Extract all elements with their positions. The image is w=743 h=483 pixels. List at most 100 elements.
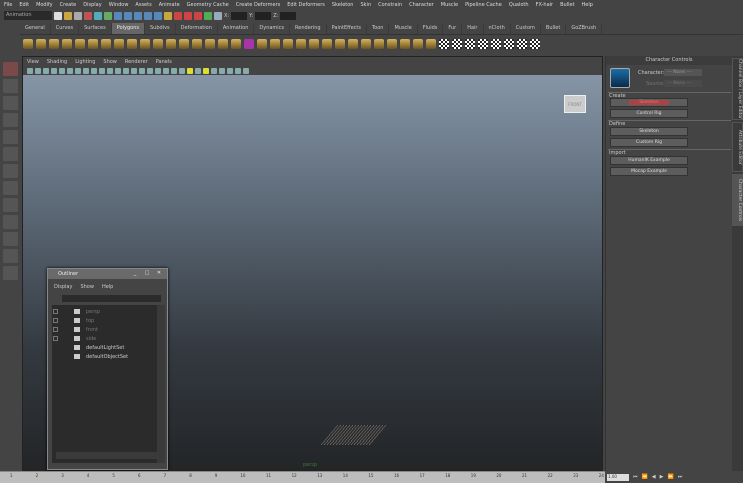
tab-muscle[interactable]: Muscle bbox=[389, 22, 418, 34]
layout-two-icon[interactable] bbox=[2, 232, 18, 246]
humanik-logo-icon[interactable] bbox=[610, 68, 630, 88]
mode-selector[interactable]: Animation bbox=[4, 11, 52, 20]
panel-menu-shading[interactable]: Shading bbox=[47, 59, 67, 65]
outliner-item[interactable]: persp bbox=[52, 307, 165, 316]
menu-edit-deformers[interactable]: Edit Deformers bbox=[287, 2, 325, 8]
expand-icon[interactable] bbox=[53, 318, 58, 323]
maximize-icon[interactable]: □ bbox=[143, 270, 151, 277]
panel-tool-icon[interactable] bbox=[43, 67, 49, 74]
paint-select-icon[interactable] bbox=[2, 96, 18, 110]
outliner-item[interactable]: defaultLightSet bbox=[52, 343, 165, 352]
snap-curve-icon[interactable] bbox=[124, 11, 132, 20]
create-skeleton-button[interactable]: Skeleton bbox=[610, 98, 688, 107]
panel-tool-icon[interactable] bbox=[131, 67, 137, 74]
menu-file[interactable]: File bbox=[4, 2, 12, 8]
panel-tool-icon[interactable] bbox=[107, 67, 113, 74]
tab-animation[interactable]: Animation bbox=[218, 22, 255, 34]
menu-window[interactable]: Window bbox=[109, 2, 129, 8]
shelf-tool-icon[interactable] bbox=[244, 39, 254, 49]
tab-fluids[interactable]: Fluids bbox=[418, 22, 444, 34]
shelf-tool-icon[interactable] bbox=[62, 39, 72, 49]
source-dropdown[interactable]: --- None --- bbox=[664, 80, 702, 87]
horizontal-scrollbar[interactable] bbox=[56, 452, 163, 459]
z-field[interactable] bbox=[280, 11, 297, 20]
shelf-tool-icon[interactable] bbox=[361, 39, 371, 49]
tab-polygons[interactable]: Polygons bbox=[111, 22, 145, 34]
humanik-example-button[interactable]: HumanIK Example bbox=[610, 156, 688, 165]
minimize-icon[interactable]: _ bbox=[131, 270, 139, 277]
panel-tool-icon[interactable] bbox=[75, 67, 81, 74]
shelf-tool-icon[interactable] bbox=[49, 39, 59, 49]
panel-tool-icon[interactable] bbox=[115, 67, 121, 74]
panel-tool-icon[interactable] bbox=[171, 67, 177, 74]
view-cube[interactable]: FRONT bbox=[564, 95, 586, 113]
select-object-icon[interactable] bbox=[94, 11, 102, 20]
outliner-item[interactable]: defaultObjectSet bbox=[52, 352, 165, 361]
shelf-tool-icon[interactable] bbox=[218, 39, 228, 49]
tab-toon[interactable]: Toon bbox=[367, 22, 390, 34]
input-line-icon[interactable] bbox=[204, 11, 212, 20]
shelf-tool-icon[interactable] bbox=[166, 39, 176, 49]
move-tool-icon[interactable] bbox=[2, 113, 18, 127]
panel-menu-renderer[interactable]: Renderer bbox=[125, 59, 148, 65]
outliner-filter-input[interactable] bbox=[62, 295, 161, 302]
outliner-menu-display[interactable]: Display bbox=[54, 284, 72, 293]
shelf-tool-icon[interactable] bbox=[88, 39, 98, 49]
shelf-tool-icon[interactable] bbox=[75, 39, 85, 49]
layout-graph-icon[interactable] bbox=[2, 266, 18, 280]
shelf-tool-icon[interactable] bbox=[517, 39, 527, 49]
tab-ncloth[interactable]: nCloth bbox=[484, 22, 511, 34]
shelf-tool-icon[interactable] bbox=[140, 39, 150, 49]
tab-character-controls[interactable]: Character Controls bbox=[732, 174, 743, 226]
new-scene-icon[interactable] bbox=[54, 11, 62, 20]
panel-tool-icon[interactable] bbox=[139, 67, 145, 74]
shelf-tool-icon[interactable] bbox=[465, 39, 475, 49]
panel-tool-icon[interactable] bbox=[147, 67, 153, 74]
panel-tool-icon[interactable] bbox=[243, 67, 249, 74]
show-hide-icon[interactable] bbox=[214, 11, 222, 20]
history-icon[interactable] bbox=[164, 11, 172, 20]
control-rig-button[interactable]: Control Rig bbox=[610, 109, 688, 118]
menu-pipeline-cache[interactable]: Pipeline Cache bbox=[465, 2, 502, 8]
panel-tool-icon[interactable] bbox=[35, 67, 41, 74]
menu-create-deformers[interactable]: Create Deformers bbox=[236, 2, 281, 8]
panel-tool-icon[interactable] bbox=[67, 67, 73, 74]
outliner-item[interactable]: front bbox=[52, 325, 165, 334]
layout-outliner-icon[interactable] bbox=[2, 249, 18, 263]
shelf-tool-icon[interactable] bbox=[387, 39, 397, 49]
tab-subdivs[interactable]: Subdivs bbox=[145, 22, 176, 34]
tab-dynamics[interactable]: Dynamics bbox=[254, 22, 291, 34]
shelf-tool-icon[interactable] bbox=[192, 39, 202, 49]
tab-bullet[interactable]: Bullet bbox=[541, 22, 567, 34]
panel-tool-icon[interactable] bbox=[83, 67, 89, 74]
x-field[interactable] bbox=[231, 11, 248, 20]
time-slider[interactable]: 1 2 3 4 5 6 7 8 9 10 11 12 13 14 15 16 17 18 19 20 21 22 23 24 bbox=[0, 471, 605, 483]
select-hierarchy-icon[interactable] bbox=[84, 11, 92, 20]
panel-tool-icon[interactable] bbox=[99, 67, 105, 74]
lasso-tool-icon[interactable] bbox=[2, 79, 18, 93]
shelf-tool-icon[interactable] bbox=[231, 39, 241, 49]
shelf-tool-icon[interactable] bbox=[322, 39, 332, 49]
layout-four-icon[interactable] bbox=[2, 215, 18, 229]
panel-tool-icon[interactable] bbox=[187, 67, 193, 74]
render-settings-icon[interactable] bbox=[194, 11, 202, 20]
menu-bullet[interactable]: Bullet bbox=[560, 2, 574, 8]
tab-channel-box[interactable]: Channel Box / Layer Editor bbox=[732, 58, 743, 120]
rotate-tool-icon[interactable] bbox=[2, 130, 18, 144]
shelf-tool-icon[interactable] bbox=[205, 39, 215, 49]
panel-menu-show[interactable]: Show bbox=[103, 59, 117, 65]
panel-tool-icon[interactable] bbox=[59, 67, 65, 74]
outliner-menu-help[interactable]: Help bbox=[102, 284, 113, 293]
shelf-tool-icon[interactable] bbox=[478, 39, 488, 49]
menu-animate[interactable]: Animate bbox=[159, 2, 180, 8]
tab-curves[interactable]: Curves bbox=[51, 22, 80, 34]
menu-modify[interactable]: Modify bbox=[36, 2, 53, 8]
tab-attribute-editor[interactable]: Attribute Editor bbox=[732, 122, 743, 172]
shelf-tool-icon[interactable] bbox=[23, 39, 33, 49]
shelf-tool-icon[interactable] bbox=[452, 39, 462, 49]
tab-rendering[interactable]: Rendering bbox=[290, 22, 327, 34]
shelf-tool-icon[interactable] bbox=[270, 39, 280, 49]
shelf-tool-icon[interactable] bbox=[504, 39, 514, 49]
layout-single-icon[interactable] bbox=[2, 198, 18, 212]
shelf-tool-icon[interactable] bbox=[348, 39, 358, 49]
